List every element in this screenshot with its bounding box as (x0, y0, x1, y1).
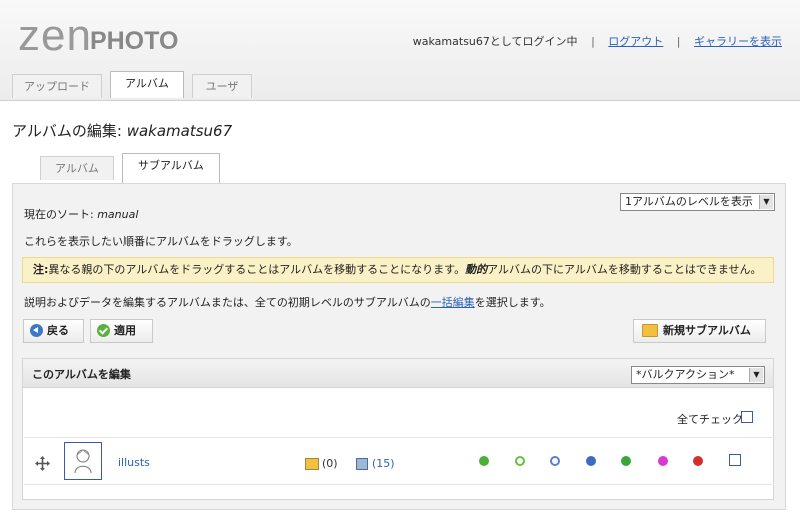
tab-album[interactable]: アルバム (110, 71, 184, 98)
bulk-edit-info: 説明およびデータを編集するアルバムまたは、全ての初期レベルのサブアルバムの一括編… (24, 296, 551, 309)
hitcounter-icon[interactable] (586, 456, 596, 466)
checkmark-icon (97, 323, 110, 337)
separator: | (676, 35, 681, 48)
tab-upload[interactable]: アップロード (12, 74, 102, 98)
comments-icon[interactable] (515, 456, 525, 466)
delete-icon[interactable] (693, 456, 703, 466)
bulk-edit-link[interactable]: 一括編集 (431, 296, 475, 309)
apply-button[interactable]: 適用 (90, 319, 153, 343)
remove-icon[interactable] (658, 456, 668, 466)
chevron-down-icon: ▼ (759, 195, 773, 209)
drag-handle-icon[interactable] (35, 456, 50, 471)
folder-icon (642, 323, 658, 337)
published-icon[interactable] (479, 456, 489, 466)
chevron-down-icon: ▼ (749, 368, 763, 382)
subalbum-count: (0) (322, 457, 338, 470)
new-subalbum-button[interactable]: 新規サブアルバム (633, 319, 766, 343)
user-bar: wakamatsu67としてログイン中 | ログアウト | ギャラリーを表示 (413, 33, 782, 49)
notice-box: 注:異なる親の下のアルバムをドラッグすることはアルバムを移動することになります。… (22, 257, 774, 283)
subtab-album[interactable]: アルバム (40, 156, 114, 180)
subtab-subalbum[interactable]: サブアルバム (122, 153, 220, 183)
level-select[interactable]: 1アルバムのレベルを表示 ▼ (620, 193, 775, 211)
refresh-icon[interactable] (621, 456, 631, 466)
album-thumbnail[interactable] (64, 442, 102, 480)
bulk-action-select[interactable]: *バルクアクション* ▼ (631, 366, 765, 384)
album-select-checkbox[interactable] (729, 454, 741, 466)
album-name-link[interactable]: illusts (118, 456, 150, 469)
image-count-link[interactable]: (15) (372, 457, 395, 470)
drag-hint: これらを表示したい順番にアルバムをドラッグします。 (24, 235, 298, 248)
separator: | (591, 35, 595, 48)
logout-link[interactable]: ログアウト (608, 35, 663, 48)
login-status: wakamatsu67としてログイン中 (412, 35, 578, 48)
tab-users[interactable]: ユーザ (192, 74, 252, 98)
album-thumbnail-image (74, 449, 92, 474)
check-all-checkbox[interactable] (741, 411, 753, 423)
back-arrow-icon (30, 323, 43, 337)
images-icon (356, 458, 368, 470)
sort-value: manual (97, 208, 139, 221)
edit-section-title: このアルバムを編集 (32, 368, 131, 381)
divider (24, 437, 772, 438)
page-title: アルバムの編集: wakamatsu67 (12, 122, 233, 140)
cache-icon[interactable] (550, 456, 560, 466)
back-button[interactable]: 戻る (23, 319, 84, 343)
current-sort: 現在のソート: manual (24, 208, 139, 221)
zenphoto-logo[interactable]: zenPHOTO (18, 14, 178, 58)
check-all-label: 全てチェック (677, 413, 743, 426)
album-title: wakamatsu67 (126, 122, 233, 140)
divider (24, 484, 772, 485)
subalbum-folder-icon (305, 458, 319, 470)
view-gallery-link[interactable]: ギャラリーを表示 (694, 35, 782, 48)
